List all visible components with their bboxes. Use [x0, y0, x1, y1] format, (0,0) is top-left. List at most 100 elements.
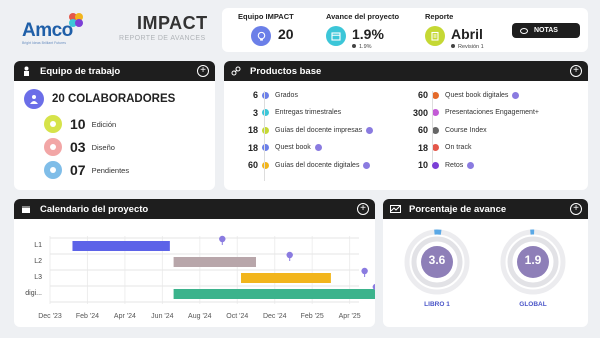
y-tick-label: digi... [25, 290, 42, 297]
product-item: 6 Grados [224, 88, 404, 102]
timeline-line [264, 91, 265, 181]
milestone-pin-icon[interactable] [361, 267, 368, 275]
product-count: 60 [247, 160, 258, 170]
product-item: 18 Guías del docente impresas [224, 123, 404, 137]
product-item: 300 Presentaciones Engagement+ [394, 106, 584, 120]
product-item: 18 Quest book [224, 141, 404, 155]
kpi-label: Avance del proyecto [326, 12, 400, 21]
calendar-card-header: Calendario del proyecto + [14, 199, 375, 219]
products-card-header: Productos base + [224, 61, 588, 81]
progress-card: Porcentaje de avance + 3.6 LIBRO 1 1.9 GLOB… [383, 199, 588, 327]
product-count: 60 [417, 125, 428, 135]
team-card-header: Equipo de trabajo + [14, 61, 215, 81]
kpi-avance: Avance del proyecto 1.9% 1.9% [326, 12, 400, 50]
kpi-value: Abril [451, 26, 483, 42]
brand-tagline: Bright Ideas Brilliant Futures [22, 41, 66, 45]
x-tick-label: Aug '24 [188, 313, 212, 320]
person-icon [44, 115, 62, 133]
product-bullet-icon [432, 109, 439, 116]
product-count: 18 [247, 125, 258, 135]
gantt-bar[interactable] [173, 257, 256, 267]
kpi-equipo: Equipo IMPACT 20 [238, 12, 294, 46]
product-count: 18 [417, 142, 428, 153]
product-bullet-icon [432, 144, 439, 151]
y-tick-label: L1 [34, 242, 42, 249]
milestone-pin-icon[interactable] [512, 91, 520, 99]
expand-team-button[interactable]: + [197, 65, 209, 77]
product-item: 18 On track [394, 141, 584, 155]
logo-cube-icon [69, 13, 83, 27]
products-card: Productos base + 6 Grados 3 Entregas trimes… [224, 61, 588, 190]
product-label: Entregas trimestrales [275, 109, 342, 116]
expand-progress-button[interactable]: + [570, 203, 582, 215]
team-row: 03 Diseño [44, 138, 115, 156]
gauge-value: 3.6 [428, 253, 446, 267]
link-icon [230, 65, 242, 77]
product-bullet-icon [432, 91, 439, 99]
milestone-pin-icon[interactable] [219, 235, 226, 243]
lightbulb-icon [251, 26, 271, 46]
x-tick-label: Jun '24 [151, 313, 173, 320]
product-label: Quest book digitales [445, 91, 509, 99]
team-row: 10 Edición [44, 115, 116, 133]
gantt-bar[interactable] [241, 273, 331, 283]
x-tick-label: Feb '25 [301, 313, 324, 320]
person-icon [44, 138, 62, 156]
x-tick-label: Oct '24 [226, 313, 248, 320]
team-row: 07 Pendientes [44, 161, 129, 179]
kpi-value: 20 [278, 26, 294, 42]
page-subtitle: REPORTE DE AVANCES [119, 35, 206, 42]
timeline-line [432, 91, 433, 163]
milestone-pin-icon[interactable] [366, 126, 374, 134]
brand-logo: Amco [22, 20, 73, 41]
expand-calendar-button[interactable]: + [357, 203, 369, 215]
x-tick-label: Apr '25 [339, 313, 361, 320]
kpi-label: Reporte [425, 12, 454, 21]
gauge-label: GLOBAL [519, 301, 547, 308]
product-count: 18 [247, 142, 258, 153]
product-count: 3 [252, 107, 258, 118]
notes-button[interactable]: NOTAS [512, 23, 580, 38]
y-tick-label: L3 [34, 274, 42, 281]
calendar-icon [20, 203, 32, 215]
expand-products-button[interactable]: + [570, 65, 582, 77]
gantt-chart: Dec '23 Feb '24 Apr '24 Jun '24 Aug '24 Oct '… [25, 235, 375, 320]
team-total: 20 COLABORADORES [24, 89, 175, 109]
product-label: Guías del docente digitales [275, 161, 360, 169]
progress-card-header: Porcentaje de avance + [383, 199, 588, 219]
milestone-pin-icon[interactable] [286, 251, 293, 259]
product-item: 10 Retos [394, 158, 584, 172]
calendar-card: Calendario del proyecto + Dec '23 Feb '24… [14, 199, 375, 327]
product-label: Guías del docente impresas [275, 126, 363, 134]
product-label: Retos [445, 161, 464, 169]
kpi-card: Equipo IMPACT 20 Avance del proyecto 1.9… [222, 8, 588, 52]
page-title: IMPACT [137, 13, 208, 33]
x-tick-label: Dec '24 [263, 313, 287, 320]
gantt-bar[interactable] [72, 241, 170, 251]
gantt-bar[interactable] [173, 289, 375, 299]
x-tick-label: Feb '24 [76, 313, 99, 320]
product-item: 60 Course Index [394, 123, 584, 137]
milestone-pin-icon[interactable] [467, 161, 475, 169]
kpi-label: Equipo IMPACT [238, 12, 294, 21]
team-card: Equipo de trabajo + 20 COLABORADORES 10 … [14, 61, 215, 190]
product-label: Quest book [275, 144, 311, 151]
milestone-pin-icon[interactable] [314, 144, 322, 151]
gauge: 3.6 LIBRO 1 [401, 226, 473, 316]
milestone-pin-icon[interactable] [363, 161, 371, 169]
product-bullet-icon [432, 161, 439, 169]
product-item: 60 Quest book digitales [394, 88, 584, 102]
eye-icon [520, 27, 528, 34]
person-icon [44, 161, 62, 179]
product-count: 6 [252, 90, 258, 100]
kpi-reporte: Reporte Abril Revisión 1 [425, 12, 484, 50]
gauge-label: LIBRO 1 [424, 301, 450, 308]
product-label: Presentaciones Engagement+ [445, 109, 539, 116]
kpi-sub: 1.9% [352, 44, 372, 50]
trend-icon [389, 203, 401, 215]
clipboard-icon [425, 26, 445, 46]
person-icon [20, 65, 32, 77]
gauge: 1.9 GLOBAL [497, 226, 569, 316]
product-label: Course Index [445, 126, 487, 134]
product-count: 60 [417, 90, 428, 100]
